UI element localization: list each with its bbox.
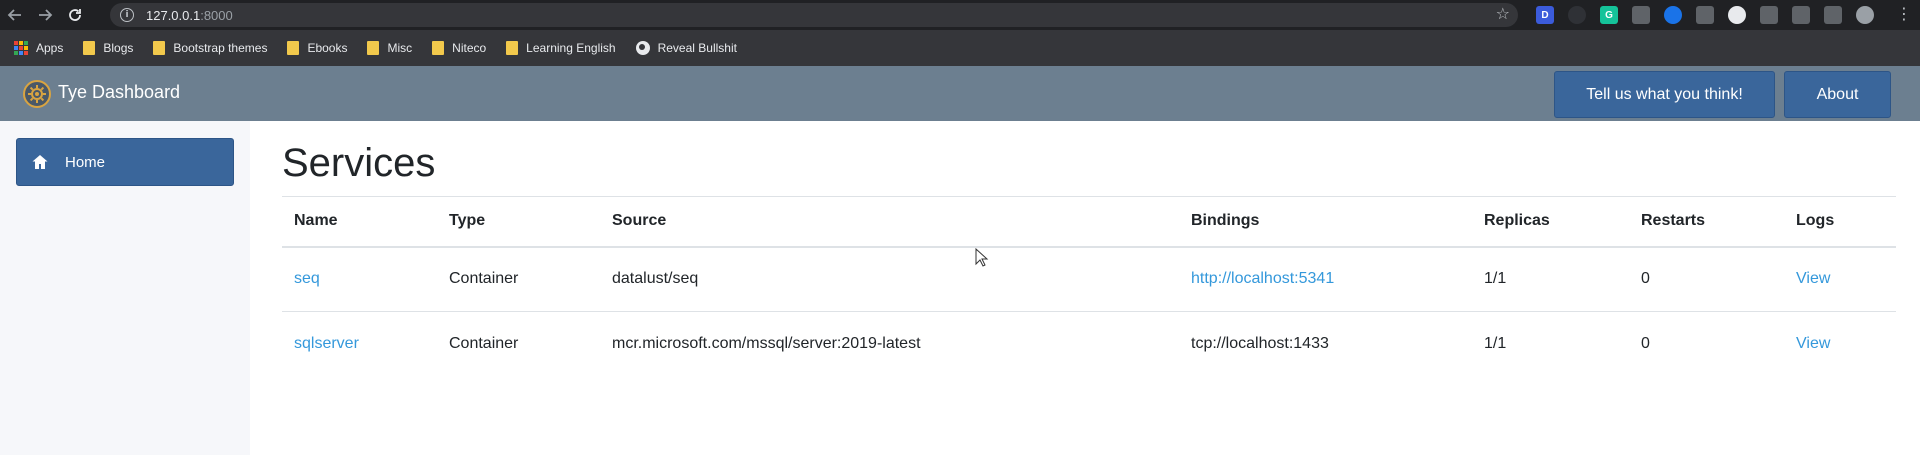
sidebar-item-label: Home <box>65 153 106 171</box>
column-header: Source <box>600 196 1179 248</box>
service-name-link[interactable]: sqlserver <box>294 335 359 352</box>
service-type-cell: Container <box>437 246 600 312</box>
view-logs-link[interactable]: View <box>1796 270 1830 287</box>
folder-icon <box>432 41 445 55</box>
profile-avatar-icon[interactable] <box>1856 6 1874 24</box>
service-logs-cell: View <box>1784 312 1896 377</box>
bookmarks-bar: Apps Blogs Bootstrap themes Ebooks Misc Nite… <box>0 30 1920 66</box>
browser-menu-icon[interactable]: ⋮ <box>1896 5 1912 25</box>
binding-link[interactable]: http://localhost:5341 <box>1191 270 1334 287</box>
site-info-icon[interactable]: i <box>120 8 134 22</box>
app-header: Tye Dashboard Tell us what you think! Ab… <box>0 66 1920 121</box>
bookmark-folder[interactable]: Ebooks <box>287 41 347 55</box>
column-header: Restarts <box>1629 196 1784 248</box>
white-circle-icon[interactable] <box>1728 6 1746 24</box>
service-type-cell: Container <box>449 335 519 353</box>
grammarly-icon[interactable]: G <box>1600 6 1618 24</box>
bookmark-label: Misc <box>387 41 413 55</box>
bookmark-label: Ebooks <box>307 41 348 55</box>
apps-grid-icon <box>14 41 28 55</box>
bookmark-reveal[interactable]: Reveal Bullshit <box>635 41 737 55</box>
service-replicas-cell: 1/1 <box>1484 335 1507 353</box>
screenshot-icon[interactable] <box>1696 6 1714 24</box>
puzzle-icon[interactable] <box>1824 6 1842 24</box>
folder-icon <box>83 41 96 55</box>
bookmark-folder[interactable]: Misc <box>367 41 412 55</box>
home-icon <box>32 155 48 169</box>
bookmark-label: Bootstrap themes <box>173 41 268 55</box>
page-title: Services <box>282 141 436 185</box>
bookmark-folder[interactable]: Bootstrap themes <box>153 41 267 55</box>
folder-icon <box>367 41 380 55</box>
globe-icon <box>635 41 650 55</box>
blue-circle-icon[interactable] <box>1664 6 1682 24</box>
service-name-cell: sqlserver <box>282 312 437 377</box>
folder-icon <box>153 41 166 55</box>
bookmark-label: Learning English <box>526 41 616 55</box>
dark-mode-icon[interactable] <box>1568 6 1586 24</box>
bookmark-label: Niteco <box>452 41 487 55</box>
bookmark-apps[interactable]: Apps <box>14 41 63 55</box>
bookmark-label: Apps <box>36 41 64 55</box>
service-name-link[interactable]: seq <box>294 270 320 287</box>
back-button[interactable] <box>0 0 30 30</box>
address-bar[interactable]: i 127.0.0.1:8000 ☆ <box>110 3 1518 27</box>
table-row: seq Container datalust/seq http://localh… <box>282 246 1896 312</box>
folder-icon <box>287 41 300 55</box>
extension-toolbar: DG <box>1536 5 1888 25</box>
folder-icon <box>506 41 519 55</box>
bookmark-folder[interactable]: Learning English <box>506 41 616 55</box>
feedback-button[interactable]: Tell us what you think! <box>1554 71 1775 118</box>
view-logs-link[interactable]: View <box>1796 335 1830 352</box>
service-restarts-cell: 0 <box>1641 335 1650 353</box>
service-source-cell: datalust/seq <box>600 246 1179 312</box>
service-replicas-cell: 1/1 <box>1472 246 1629 312</box>
tye-logo-icon[interactable] <box>23 80 51 108</box>
url-port: :8000 <box>200 7 233 23</box>
arrow-right-icon <box>39 9 53 21</box>
reload-icon <box>69 9 81 21</box>
browser-toolbar: i 127.0.0.1:8000 ☆ DG ⋮ <box>0 0 1920 30</box>
bookmark-label: Reveal Bullshit <box>657 41 737 55</box>
url-host: 127.0.0.1 <box>146 7 201 23</box>
mouse-cursor-icon <box>975 248 989 267</box>
service-bindings-cell: tcp://localhost:1433 <box>1191 335 1329 353</box>
column-header: Name <box>282 196 437 248</box>
sidebar-item-home[interactable]: Home <box>16 138 234 186</box>
column-header: Replicas <box>1472 196 1629 248</box>
table-header-row: Name Type Source Bindings Replicas Resta… <box>282 196 1896 248</box>
d-extension-icon[interactable]: D <box>1536 6 1554 24</box>
table-row: sqlserver Container mcr.microsoft.com/ms… <box>282 312 1896 377</box>
service-logs-cell: View <box>1784 246 1896 312</box>
reload-button[interactable] <box>60 0 90 30</box>
sidebar: Home <box>0 121 250 455</box>
about-button[interactable]: About <box>1784 71 1891 118</box>
bookmark-folder[interactable]: Niteco <box>432 41 486 55</box>
target-icon[interactable] <box>1792 6 1810 24</box>
bookmark-star-icon[interactable]: ☆ <box>1496 6 1510 24</box>
brand-title[interactable]: Tye Dashboard <box>58 82 180 103</box>
forward-button[interactable] <box>30 0 60 30</box>
column-header: Logs <box>1784 196 1896 248</box>
service-restarts-cell: 0 <box>1629 246 1784 312</box>
reader-icon[interactable] <box>1760 6 1778 24</box>
bookmark-folder[interactable]: Blogs <box>83 41 133 55</box>
lightbulb-icon[interactable] <box>1632 6 1650 24</box>
services-table: Name Type Source Bindings Replicas Resta… <box>282 196 1896 377</box>
bookmark-label: Blogs <box>103 41 134 55</box>
column-header: Bindings <box>1179 196 1472 248</box>
service-source-cell: mcr.microsoft.com/mssql/server:2019-late… <box>612 335 921 353</box>
bookmark-folders: Blogs Bootstrap themes Ebooks Misc Niteco Lea… <box>83 41 635 55</box>
gear-icon <box>28 85 46 103</box>
service-name-cell: seq <box>282 246 437 312</box>
arrow-left-icon <box>7 9 21 21</box>
column-header: Type <box>437 196 600 248</box>
service-bindings-cell: http://localhost:5341 <box>1179 246 1472 312</box>
